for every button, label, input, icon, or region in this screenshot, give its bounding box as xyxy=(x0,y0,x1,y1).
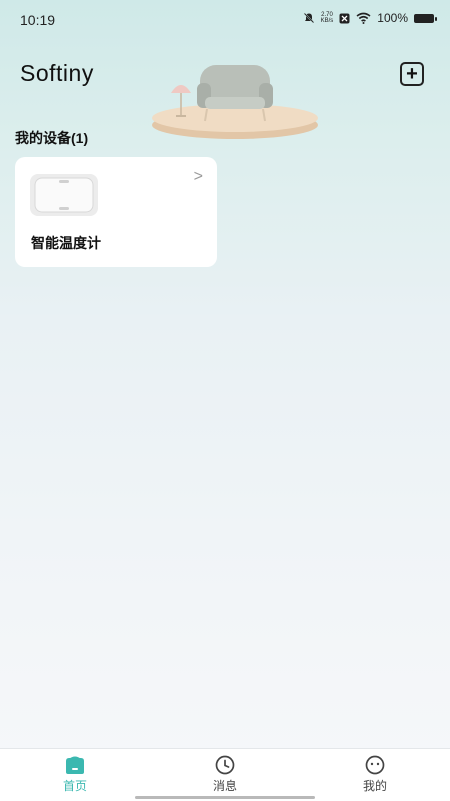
sim-icon xyxy=(339,13,350,23)
status-time: 10:19 xyxy=(20,12,56,28)
hero-illustration xyxy=(152,65,318,139)
bottom-nav: 首页 消息 我的 xyxy=(0,748,450,801)
home-indicator[interactable] xyxy=(135,796,315,799)
nav-label-home: 首页 xyxy=(62,779,87,793)
nav-item-home[interactable]: 首页 xyxy=(45,755,105,794)
nav-item-mine[interactable]: 我的 xyxy=(345,755,405,794)
mute-icon xyxy=(303,12,314,24)
add-device-button[interactable]: + xyxy=(400,62,424,86)
nav-item-messages[interactable]: 消息 xyxy=(195,755,255,794)
nav-label-mine: 我的 xyxy=(362,779,387,793)
device-card[interactable]: > 智能温度计 xyxy=(15,157,217,267)
nav-label-messages: 消息 xyxy=(212,779,237,793)
battery-icon xyxy=(414,13,437,23)
net-speed: 2.70 KB/s xyxy=(321,12,334,24)
smiley-icon xyxy=(365,755,385,775)
status-bar: 10:19 2.70 KB/s 100% xyxy=(0,0,450,40)
battery-percent: 100% xyxy=(377,11,408,25)
thermometer-device-image xyxy=(30,174,98,216)
status-icons: 2.70 KB/s 100% xyxy=(303,11,437,25)
device-name: 智能温度计 xyxy=(31,235,101,251)
clock-icon xyxy=(215,755,235,775)
home-icon xyxy=(66,756,84,774)
plus-icon: + xyxy=(406,62,418,85)
app-title: Softiny xyxy=(20,60,94,86)
chevron-right-icon: > xyxy=(193,168,203,185)
wifi-icon xyxy=(356,12,371,24)
net-speed-unit: KB/s xyxy=(320,18,334,24)
section-title: 我的设备(1) xyxy=(15,130,89,146)
